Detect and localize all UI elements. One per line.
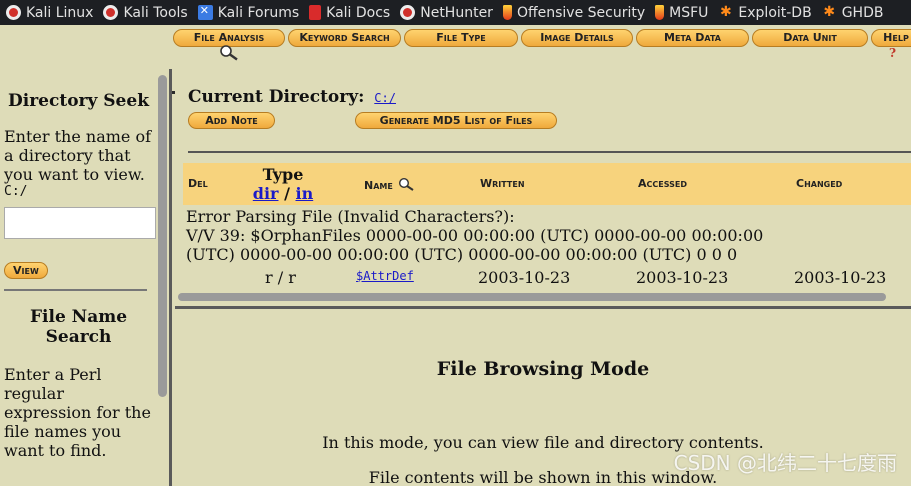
watermark: CSDN @北纬二十七度雨	[673, 451, 897, 475]
error-line-3: (UTC) 0000-00-00 00:00:00 (UTC) 0000-00-…	[186, 245, 738, 264]
current-directory: Current Directory: C:/	[188, 87, 396, 107]
bookmark-msfu[interactable]: MSFU	[655, 5, 708, 21]
bookmark-label: Offensive Security	[516, 4, 646, 21]
directory-listing-frame: Current Directory: C:/ Add Note Generate…	[175, 69, 911, 309]
bookmark-kali-forums[interactable]: Kali Forums	[197, 4, 300, 21]
tab-keyword-search[interactable]: Keyword Search	[288, 29, 401, 47]
kali-dragon-icon	[400, 5, 416, 20]
offsec-flame-icon	[655, 5, 665, 20]
col-type: Type dir / in	[245, 165, 321, 203]
row-name-link[interactable]: $AttrDef	[356, 269, 414, 283]
type-in-link[interactable]: in	[295, 184, 313, 203]
bookmark-label: NetHunter	[420, 4, 493, 21]
bookmark-label: Kali Docs	[326, 4, 391, 21]
current-directory-label: Current Directory:	[188, 87, 365, 107]
magnifier-icon	[398, 177, 414, 191]
error-line-1: Error Parsing File (Invalid Characters?)…	[186, 207, 515, 226]
directory-seek-title: Directory Seek	[8, 91, 149, 111]
bookmark-ghdb[interactable]: ✱ GHDB	[822, 4, 884, 21]
horizontal-scrollbar[interactable]	[178, 293, 886, 301]
directory-prefix: C:/	[4, 184, 28, 199]
col-accessed[interactable]: Accessed	[638, 177, 687, 190]
row-accessed: 2003-10-23	[636, 268, 729, 287]
view-button[interactable]: View	[4, 262, 48, 279]
tab-image-details[interactable]: Image Details	[521, 29, 633, 47]
col-type-links: dir / in	[245, 184, 321, 203]
section-rule	[188, 151, 911, 153]
forum-icon	[197, 4, 213, 20]
magnifier-icon	[218, 44, 242, 66]
current-directory-link[interactable]: C:/	[374, 91, 396, 105]
bookmark-label: Kali Tools	[123, 4, 188, 21]
bookmarks-bar: Kali Linux Kali Tools Kali Forums Kali D…	[0, 0, 911, 25]
bookmark-label: Kali Forums	[217, 4, 300, 21]
directory-input[interactable]	[4, 207, 156, 239]
col-del[interactable]: Del	[188, 177, 208, 190]
offsec-flame-icon	[502, 5, 512, 20]
file-name-search-title: File Name Search	[29, 307, 128, 347]
bookmark-label: GHDB	[841, 4, 884, 21]
error-line-2: V/V 39: $OrphanFiles 0000-00-00 00:00:00…	[186, 226, 764, 245]
col-written[interactable]: Written	[480, 177, 525, 190]
listing-header: Del Type dir / in Name Written Accessed …	[183, 163, 911, 205]
file-name-search-text: Enter a Perl regular expression for the …	[4, 365, 151, 460]
col-type-label: Type	[262, 165, 304, 184]
row-changed: 2003-10-23	[794, 268, 887, 287]
kali-dragon-icon	[6, 5, 21, 20]
frame-divider	[175, 306, 911, 309]
type-dir-link[interactable]: dir	[253, 184, 279, 203]
docs-icon	[309, 5, 322, 20]
type-separator: /	[284, 184, 290, 203]
tab-data-unit[interactable]: Data Unit	[752, 29, 868, 47]
tab-help[interactable]: Help	[871, 29, 911, 47]
bookmark-nethunter[interactable]: NetHunter	[400, 5, 493, 21]
exploitdb-spider-icon: ✱	[720, 4, 732, 20]
col-name-label: Name	[364, 179, 393, 192]
help-question-icon: ?	[889, 46, 897, 60]
bookmark-kali-linux[interactable]: Kali Linux	[6, 5, 93, 21]
generate-md5-button[interactable]: Generate MD5 List of Files	[355, 112, 557, 129]
tab-meta-data[interactable]: Meta Data	[636, 29, 749, 47]
left-scrollbar[interactable]	[158, 75, 167, 397]
add-note-button[interactable]: Add Note	[188, 112, 275, 129]
bookmark-label: MSFU	[669, 4, 709, 21]
bookmark-kali-tools[interactable]: Kali Tools	[103, 4, 188, 21]
row-written: 2003-10-23	[478, 268, 571, 287]
left-frame-content: Directory Seek Enter the name of a direc…	[0, 69, 157, 460]
bookmark-label: Exploit-DB	[738, 4, 812, 21]
row-type: r / r	[265, 268, 296, 287]
exploitdb-spider-icon: ✱	[823, 4, 836, 20]
bookmark-kali-docs[interactable]: Kali Docs	[309, 5, 390, 21]
bookmark-label: Kali Linux	[26, 4, 94, 21]
col-name[interactable]: Name	[364, 177, 419, 192]
kali-dragon-icon	[103, 5, 119, 20]
bookmark-exploit-db[interactable]: ✱ Exploit-DB	[718, 4, 812, 21]
directory-seek-text: Enter the name of a directory that you w…	[4, 127, 152, 184]
col-changed[interactable]: Changed	[796, 177, 842, 190]
left-frame: Directory Seek Enter the name of a direc…	[0, 69, 172, 486]
tab-file-type[interactable]: File Type	[404, 29, 518, 47]
tab-bar: File Analysis Keyword Search File Type I…	[0, 25, 911, 94]
file-browsing-title: File Browsing Mode	[436, 358, 650, 380]
bookmark-offensive-security[interactable]: Offensive Security	[502, 4, 646, 21]
left-divider	[4, 289, 147, 291]
